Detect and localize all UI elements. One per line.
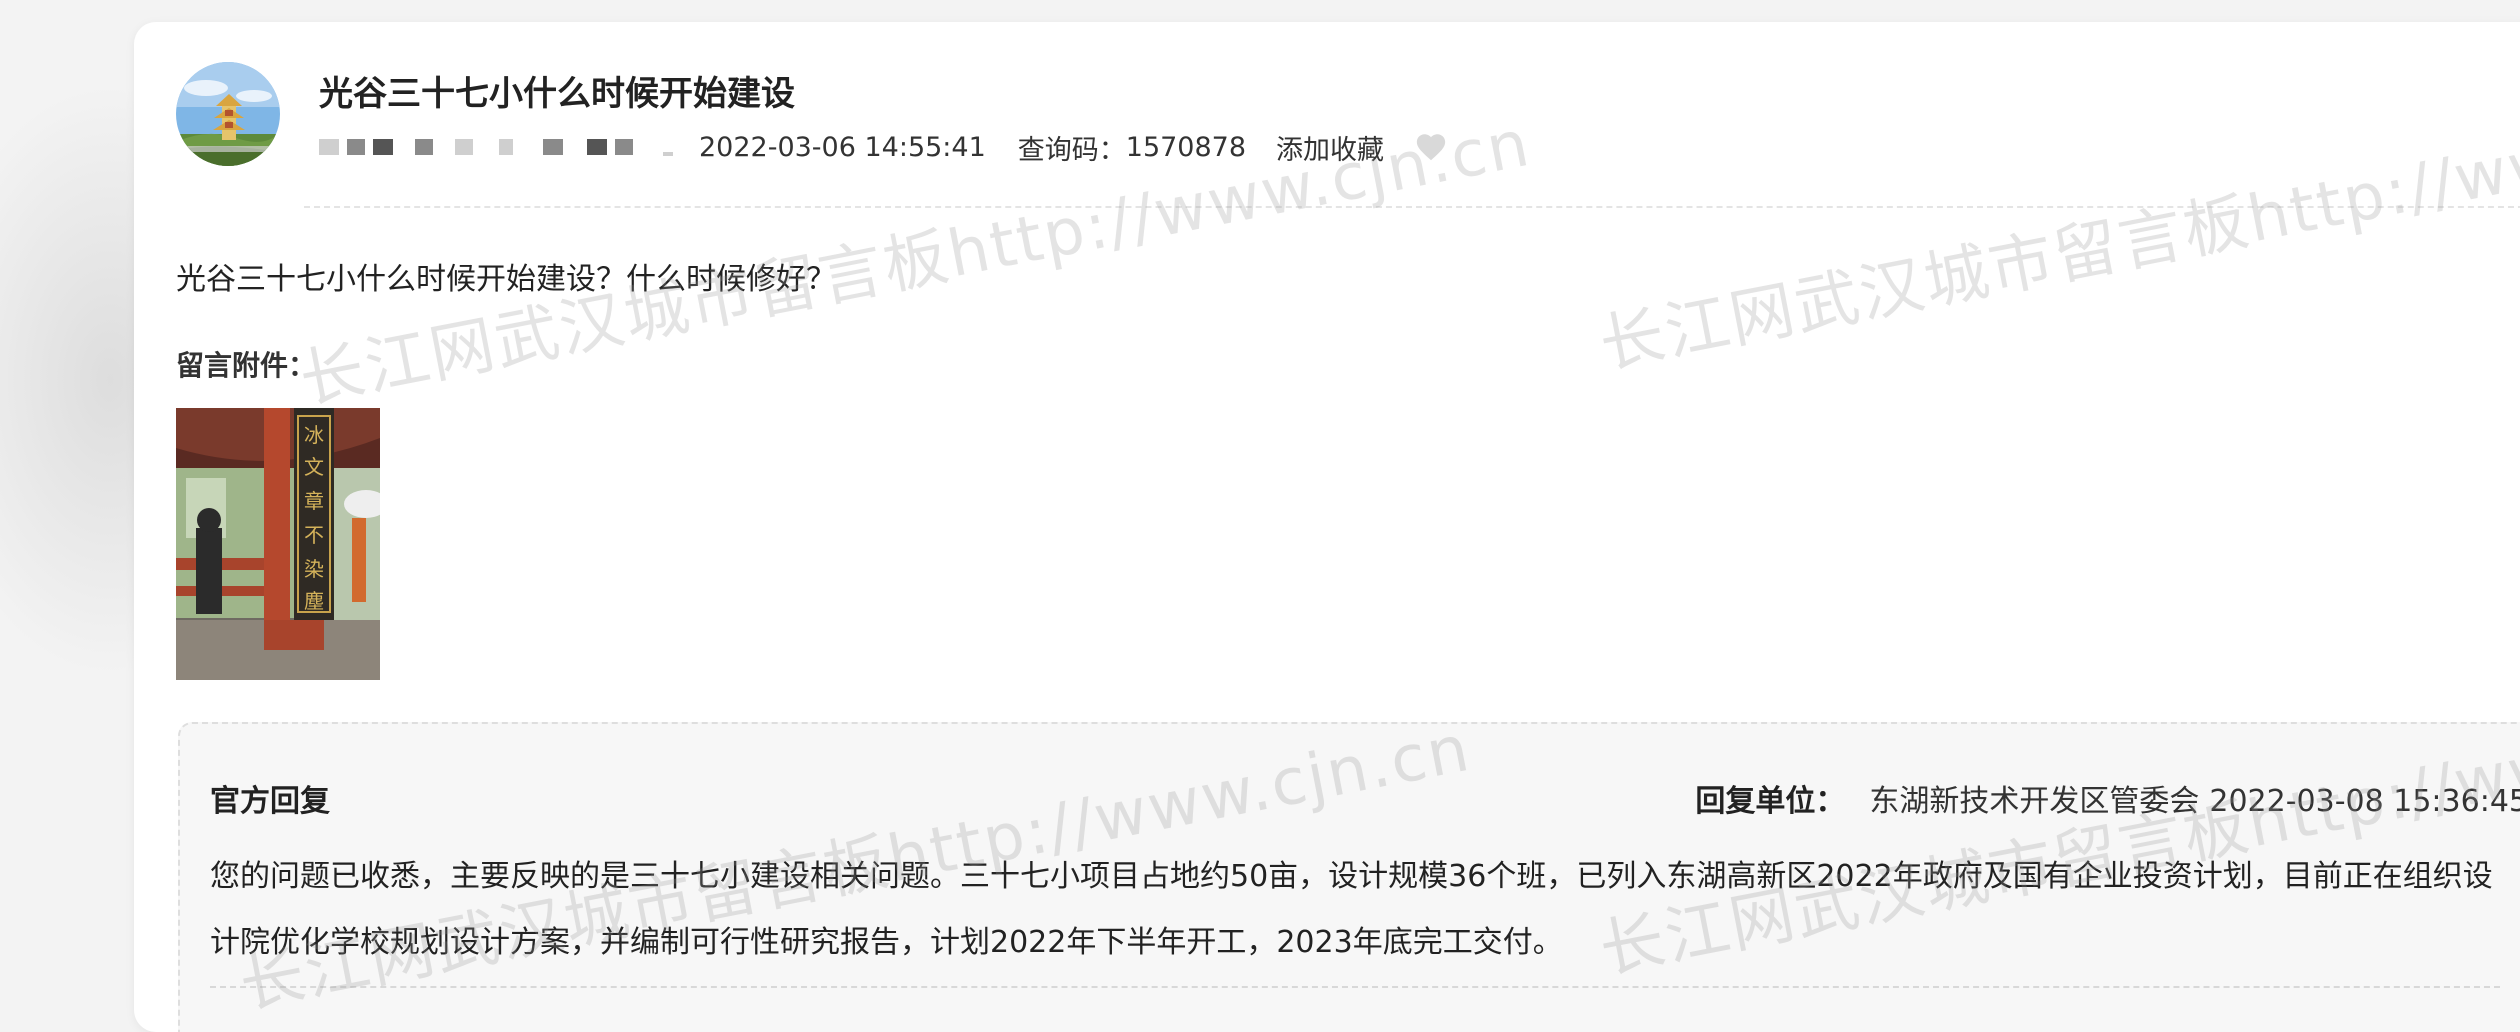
post-question: 光谷三十七小什么时候开始建设？什么时候修好？ bbox=[176, 262, 836, 297]
svg-text:冰: 冰 bbox=[304, 423, 324, 447]
add-favorite-link[interactable]: 添加收藏 bbox=[1276, 128, 1384, 167]
yellow-crane-tower-avatar bbox=[176, 62, 280, 166]
reply-unit-name: 东湖新技术开发区管委会 bbox=[1869, 784, 2200, 819]
svg-text:塵: 塵 bbox=[304, 589, 324, 613]
redaction-block bbox=[347, 139, 365, 155]
author-redacted bbox=[319, 138, 699, 156]
reply-unit: 回复单位： 东湖新技术开发区管委会 2022-03-08 15:36:45 bbox=[1695, 776, 2520, 820]
reply-title: 官方回复 bbox=[210, 784, 330, 819]
redaction-block bbox=[587, 139, 607, 155]
svg-text:染: 染 bbox=[304, 557, 324, 581]
reply-time: 2022-03-08 15:36:45 bbox=[2209, 784, 2520, 819]
post-time: 2022-03-06 14:55:41 bbox=[699, 131, 986, 163]
reply-unit-label: 回复单位： bbox=[1695, 784, 1846, 819]
post-meta: 2022-03-06 14:55:41 查询码： 1570878 添加收藏 bbox=[319, 127, 1448, 167]
post-card: 光谷三十七小什么时候开始建设 2022-03-06 14:55:41 查询码： … bbox=[134, 22, 2520, 1032]
svg-text:不: 不 bbox=[304, 523, 324, 547]
redaction-block bbox=[615, 139, 633, 155]
attachment-thumbnail[interactable]: 冰 文 章 不 染 塵 bbox=[176, 408, 380, 680]
attachment-label: 留言附件： bbox=[176, 349, 317, 382]
redaction-block bbox=[663, 152, 673, 156]
svg-text:章: 章 bbox=[304, 489, 324, 513]
attachment-image: 冰 文 章 不 染 塵 bbox=[176, 408, 380, 680]
avatar bbox=[176, 62, 280, 166]
redaction-block bbox=[499, 139, 513, 155]
header-divider bbox=[304, 206, 2520, 208]
redaction-block bbox=[415, 139, 433, 155]
reply-divider bbox=[210, 986, 2500, 988]
official-reply: 官方回复 回复单位： 东湖新技术开发区管委会 2022-03-08 15:36:45… bbox=[178, 722, 2520, 1032]
redaction-block bbox=[373, 139, 393, 155]
query-code: 1570878 bbox=[1125, 131, 1247, 163]
reply-body: 您的问题已收悉，主要反映的是三十七小建设相关问题。三十七小项目占地约50亩，设计… bbox=[210, 859, 2493, 960]
redaction-block bbox=[455, 139, 473, 155]
post-title: 光谷三十七小什么时候开始建设 bbox=[319, 74, 795, 114]
query-code-label: 查询码： bbox=[1017, 134, 1126, 166]
svg-text:文: 文 bbox=[304, 455, 324, 479]
heart-icon[interactable] bbox=[1414, 130, 1448, 164]
redaction-block bbox=[543, 139, 563, 155]
redaction-block bbox=[319, 139, 339, 155]
